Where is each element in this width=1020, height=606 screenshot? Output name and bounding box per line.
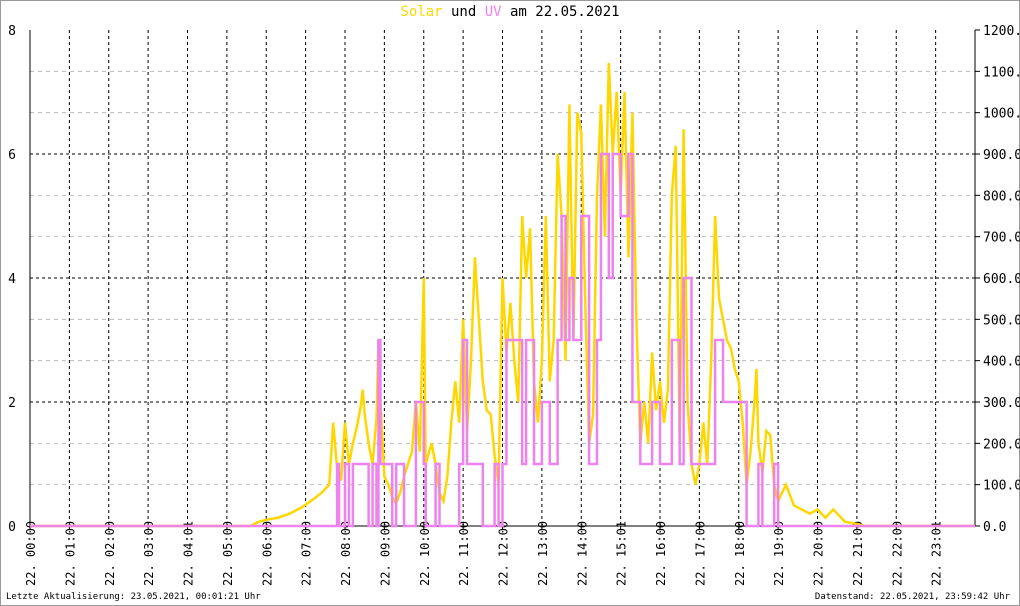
x-axis-tick-label: 22. 11:00 [457, 521, 471, 586]
left-axis-tick-label: 2 [8, 396, 16, 411]
right-axis-tick-label: 100.0 [983, 479, 1020, 494]
left-axis-tick-label: 4 [8, 272, 16, 287]
right-axis-tick-label: 1000.0 [983, 107, 1020, 122]
x-axis-tick-label: 22. 13:00 [536, 521, 550, 586]
x-axis-tick-label: 22. 03:00 [142, 521, 156, 586]
right-axis-tick-label: 400.0 [983, 355, 1020, 370]
x-axis-tick-label: 22. 00:00 [24, 521, 38, 586]
left-axis-tick-label: 0 [8, 520, 16, 535]
x-axis-tick-label: 22. 22:00 [890, 521, 904, 586]
x-axis-tick-label: 22. 15:01 [615, 521, 629, 586]
right-axis-tick-label: 1200.0 [983, 24, 1020, 39]
x-axis-tick-label: 22. 14:00 [575, 521, 589, 586]
x-axis-tick-label: 22. 06:00 [260, 521, 274, 586]
right-axis-tick-label: 500.0 [983, 313, 1020, 328]
x-axis-tick-label: 22. 09:00 [378, 521, 392, 586]
x-axis-tick-label: 22. 02:00 [103, 521, 117, 586]
right-axis-tick-label: 200.0 [983, 437, 1020, 452]
x-axis-tick-label: 22. 21:00 [851, 521, 865, 586]
x-axis-tick-label: 22. 19:00 [772, 521, 786, 586]
x-axis-tick-label: 22. 05:00 [221, 521, 235, 586]
x-axis-tick-label: 22. 01:00 [63, 521, 77, 586]
x-axis-tick-label: 22. 18:00 [733, 521, 747, 586]
right-axis-tick-label: 0.0 [983, 520, 1006, 535]
x-axis-tick-label: 22. 16:00 [654, 521, 668, 586]
x-axis-tick-label: 22. 08:00 [339, 521, 353, 586]
right-axis-tick-label: 600.0 [983, 272, 1020, 287]
right-axis-tick-label: 700.0 [983, 231, 1020, 246]
right-axis-tick-label: 800.0 [983, 189, 1020, 204]
x-axis-tick-label: 22. 04:01 [182, 521, 196, 586]
x-axis-tick-label: 22. 17:00 [693, 521, 707, 586]
x-axis-tick-label: 22. 20:00 [812, 521, 826, 586]
right-axis-tick-label: 900.0 [983, 148, 1020, 163]
left-axis-tick-label: 6 [8, 148, 16, 163]
x-axis-tick-label: 22. 23:01 [930, 521, 944, 586]
right-axis-tick-label: 300.0 [983, 396, 1020, 411]
chart-svg: 0.0100.0200.0300.0400.0500.0600.0700.080… [8, 24, 1020, 586]
x-axis-tick-label: 22. 07:00 [300, 521, 314, 586]
x-axis-tick-label: 22. 12:00 [497, 521, 511, 586]
left-axis-tick-label: 8 [8, 24, 16, 39]
right-axis-tick-label: 1100.0 [983, 65, 1020, 80]
x-axis-tick-label: 22. 10:00 [418, 521, 432, 586]
footer-last-update: Letzte Aktualisierung: 23.05.2021, 00:01… [6, 592, 261, 602]
footer-data-state: Datenstand: 22.05.2021, 23:59:42 Uhr [814, 592, 1010, 602]
